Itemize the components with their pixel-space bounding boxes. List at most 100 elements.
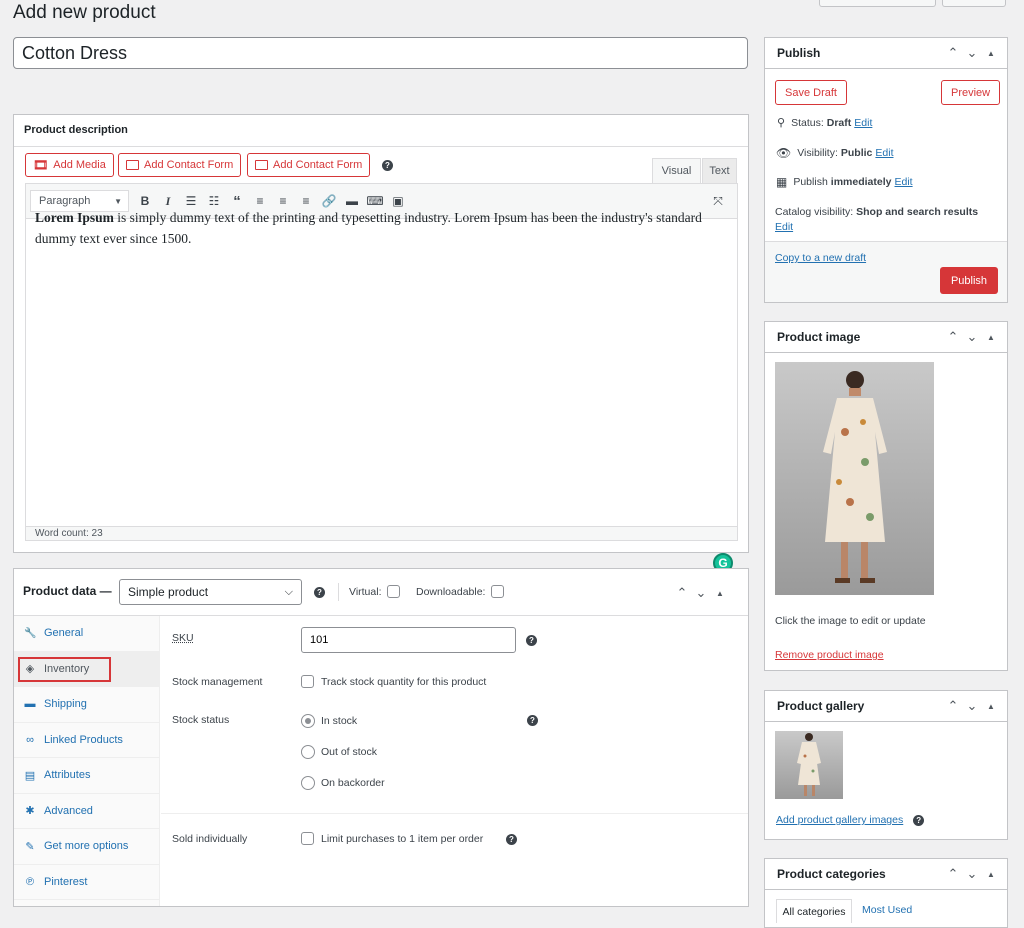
tab-text[interactable]: Text [702, 158, 737, 183]
tab-all-categories[interactable]: All categories [776, 899, 852, 923]
link-icon: ∞ [26, 733, 34, 746]
tab-shipping[interactable]: ▬ Shipping [14, 687, 159, 723]
editor-content[interactable]: Lorem Ipsum is simply dummy text of the … [35, 207, 715, 249]
radio-in-stock[interactable] [301, 714, 315, 728]
visibility-row: 👁 Visibility: Public Edit [776, 146, 894, 160]
edit-publish-date-link[interactable]: Edit [895, 176, 913, 188]
preview-button[interactable]: Preview [941, 80, 1001, 105]
pinterest-icon: ℗ [25, 875, 35, 888]
add-gallery-row: Add product gallery images ? [776, 814, 925, 826]
publish-button[interactable]: Publish [940, 267, 998, 294]
radio-dot [305, 718, 311, 724]
media-icon: 🎞 [33, 158, 49, 172]
box-controls: ⌃ ⌄ ▲ [947, 866, 997, 882]
chevron-up-icon[interactable]: ⌃ [676, 585, 688, 601]
add-gallery-images-link[interactable]: Add product gallery images [776, 814, 903, 826]
product-type-select[interactable]: Simple product ⌵ [119, 579, 302, 605]
tab-visual[interactable]: Visual [652, 158, 701, 183]
remove-image-link[interactable]: Remove product image [775, 649, 884, 661]
word-count: Word count: 23 [25, 526, 738, 541]
product-gallery-title: Product gallery [777, 699, 865, 713]
help-icon[interactable]: ? [382, 160, 393, 171]
toggle-arrow-icon[interactable]: ▲ [985, 702, 997, 711]
screen-options-tab[interactable] [819, 0, 936, 7]
add-media-button[interactable]: 🎞 Add Media [25, 153, 114, 177]
chevron-up-icon[interactable]: ⌃ [947, 698, 959, 714]
product-description-box: Product description 🎞 Add Media Add Cont… [13, 114, 749, 573]
tab-get-more-options[interactable]: ✎ Get more options [14, 829, 159, 865]
product-categories-box: Product categories ⌃ ⌄ ▲ All categories … [764, 858, 1008, 928]
add-contact-form-button[interactable]: Add Contact Form [118, 153, 242, 177]
help-icon[interactable]: ? [527, 715, 538, 726]
chevron-up-icon[interactable]: ⌃ [947, 329, 959, 345]
dress-model-image [823, 371, 887, 583]
edit-visibility-link[interactable]: Edit [875, 147, 893, 159]
product-title-input[interactable] [13, 37, 748, 69]
copy-to-draft-link[interactable]: Copy to a new draft [775, 252, 866, 264]
help-icon[interactable]: ? [506, 834, 517, 845]
radio-out-of-stock-label: Out of stock [321, 746, 378, 758]
tab-attributes[interactable]: ▤ Attributes [14, 758, 159, 794]
box-controls: ⌃ ⌄ ▲ [947, 698, 997, 714]
radio-in-stock-label: In stock [321, 715, 358, 727]
tab-linked-products[interactable]: ∞ Linked Products [14, 723, 159, 758]
chevron-down-icon[interactable]: ⌄ [966, 866, 978, 882]
publish-title: Publish [777, 46, 821, 60]
tab-most-used[interactable]: Most Used [862, 904, 912, 916]
tab-general[interactable]: 🔧 General [14, 616, 159, 652]
plugin-icon: ✎ [25, 840, 35, 853]
chevron-down-icon[interactable]: ⌄ [966, 329, 978, 345]
tab-advanced[interactable]: ✱ Advanced [14, 794, 159, 829]
help-icon[interactable]: ? [913, 814, 925, 826]
highlight-box [18, 656, 111, 682]
chevron-down-icon: ⌵ [284, 585, 293, 598]
toggle-arrow-icon[interactable]: ▲ [985, 333, 997, 342]
chevron-down-icon[interactable]: ⌄ [695, 585, 707, 601]
chevron-down-icon[interactable]: ⌄ [966, 698, 978, 714]
divider [14, 146, 748, 147]
edit-catalog-visibility-link[interactable]: Edit [775, 221, 793, 233]
sold-individually-checkbox[interactable] [301, 832, 314, 845]
stock-management-checkbox[interactable] [301, 675, 314, 688]
help-icon[interactable]: ? [526, 635, 537, 646]
downloadable-checkbox[interactable] [491, 585, 504, 598]
add-contact-form-button-2[interactable]: Add Contact Form [247, 153, 371, 177]
edit-status-link[interactable]: Edit [854, 117, 872, 129]
stock-management-label: Stock management [172, 676, 263, 688]
toggle-arrow-icon[interactable]: ▲ [985, 49, 997, 58]
stock-management-checkbox-label: Track stock quantity for this product [321, 676, 487, 688]
box-controls: ⌃ ⌄ ▲ [947, 45, 997, 61]
chevron-up-icon[interactable]: ⌃ [947, 45, 959, 61]
radio-on-backorder-label: On backorder [321, 777, 385, 789]
gallery-thumbnail[interactable] [775, 731, 843, 799]
stock-status-label: Stock status [172, 714, 230, 726]
product-image[interactable] [775, 362, 934, 595]
chevron-down-icon[interactable]: ⌄ [966, 45, 978, 61]
help-tab[interactable] [942, 0, 1006, 7]
chevron-up-icon[interactable]: ⌃ [947, 866, 959, 882]
list-icon: ▤ [24, 769, 36, 782]
eye-icon: 👁 [776, 146, 792, 160]
publish-box: Publish ⌃ ⌄ ▲ Save Draft Preview ⚲ Statu… [764, 37, 1008, 303]
gear-icon: ✱ [25, 805, 35, 818]
box-controls: ⌃ ⌄ ▲ [947, 329, 997, 345]
tab-pinterest[interactable]: ℗ Pinterest [14, 865, 159, 900]
toggle-arrow-icon[interactable]: ▲ [714, 589, 726, 598]
toggle-arrow-icon[interactable]: ▲ [985, 870, 997, 879]
radio-out-of-stock[interactable] [301, 745, 315, 759]
virtual-checkbox[interactable] [387, 585, 400, 598]
divider [338, 583, 339, 601]
save-draft-button[interactable]: Save Draft [775, 80, 847, 105]
product-image-box: Product image ⌃ ⌄ ▲ Click the image to e… [764, 321, 1008, 671]
tab-inventory[interactable]: ◈ Inventory [14, 651, 159, 687]
box-controls: ⌃ ⌄ ▲ [676, 585, 726, 601]
help-icon[interactable]: ? [314, 587, 325, 598]
publish-actions: Copy to a new draft Publish [765, 241, 1007, 302]
status-row: ⚲ Status: Draft Edit [777, 116, 873, 130]
product-image-title: Product image [777, 330, 861, 344]
calendar-icon: ▦ [776, 175, 788, 189]
sku-input[interactable] [301, 627, 516, 653]
sold-individually-checkbox-label: Limit purchases to 1 item per order [321, 833, 484, 845]
radio-on-backorder[interactable] [301, 776, 315, 790]
product-categories-title: Product categories [777, 867, 886, 881]
